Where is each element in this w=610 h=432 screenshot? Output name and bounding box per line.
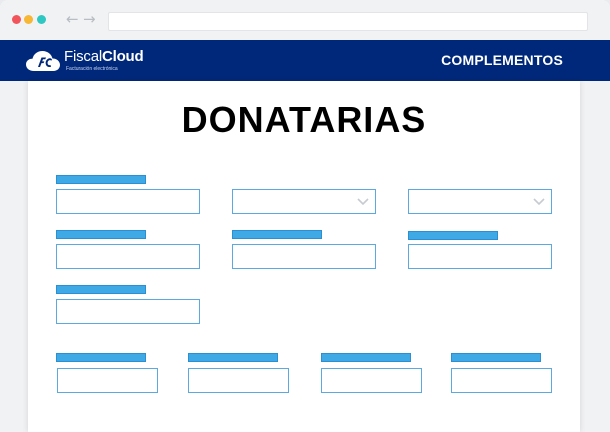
select-dropdown[interactable]	[408, 189, 552, 214]
chevron-down-icon	[357, 198, 369, 206]
text-input[interactable]	[56, 299, 200, 324]
select-dropdown[interactable]	[232, 189, 376, 214]
text-input[interactable]	[56, 244, 200, 269]
nav-complementos[interactable]: COMPLEMENTOS	[441, 52, 563, 68]
field-label-bar	[56, 285, 146, 294]
field-label-bar	[56, 230, 146, 239]
browser-toolbar: ← →	[0, 0, 610, 40]
logo-name: FiscalCloud	[64, 48, 144, 65]
cloud-logo-icon	[26, 51, 60, 71]
text-input[interactable]	[408, 244, 552, 269]
text-input[interactable]	[321, 368, 422, 393]
field-label-bar	[408, 231, 498, 240]
field-label-bar	[188, 353, 278, 362]
forward-arrow-icon[interactable]: →	[83, 10, 96, 28]
maximize-window-dot-icon[interactable]	[37, 15, 46, 24]
field-label-bar	[56, 353, 146, 362]
address-bar[interactable]	[108, 12, 588, 31]
page-title: DONATARIAS	[181, 99, 427, 140]
form-card: DONATARIAS	[28, 81, 580, 432]
text-input[interactable]	[188, 368, 289, 393]
field-label-bar	[321, 353, 411, 362]
app-header: FiscalCloud Facturación electrónica COMP…	[0, 40, 610, 81]
chevron-down-icon	[533, 198, 545, 206]
field-label-bar	[232, 230, 322, 239]
field-label-bar	[451, 353, 541, 362]
browser-window: ← → FiscalCloud Facturación electrónica …	[0, 0, 610, 432]
field-label-bar	[56, 175, 146, 184]
logo-tagline: Facturación electrónica	[66, 66, 118, 72]
back-arrow-icon[interactable]: ←	[66, 10, 79, 28]
text-input[interactable]	[56, 189, 200, 214]
text-input[interactable]	[57, 368, 158, 393]
minimize-window-dot-icon[interactable]	[24, 15, 33, 24]
close-window-dot-icon[interactable]	[12, 15, 21, 24]
text-input[interactable]	[451, 368, 552, 393]
text-input[interactable]	[232, 244, 376, 269]
